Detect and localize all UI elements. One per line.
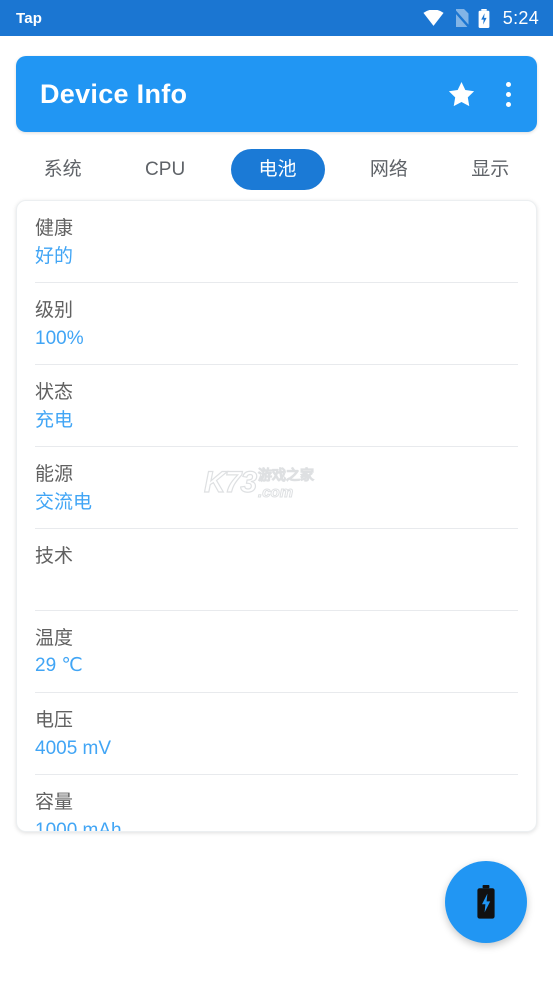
tab-display[interactable]: 显示 [453,151,527,188]
app-bar-actions [448,79,517,110]
list-item[interactable]: 电压 4005 mV [35,693,518,776]
tab-system[interactable]: 系统 [26,151,100,188]
list-item[interactable]: 状态 充电 [35,365,518,448]
row-value: 1000 mAh [35,819,122,832]
app-bar: Device Info [16,56,537,132]
row-value [35,571,518,598]
list-item[interactable]: 技术 [35,529,518,611]
battery-charging-icon [478,8,490,28]
row-label: 状态 [35,382,74,404]
wifi-icon [423,10,444,26]
battery-info-list: 健康 好的 级别 100% 状态 充电 能源 交流电 技术 温度 29 ℃ 电压… [17,201,536,832]
battery-charging-fab[interactable] [445,861,527,943]
row-value: 充电 [35,409,74,431]
row-label: 健康 [35,218,74,239]
tab-battery[interactable]: 电池 [230,148,325,190]
list-item[interactable]: 温度 29 ℃ [35,611,518,694]
row-label: 温度 [35,627,74,649]
battery-charging-icon [477,885,495,919]
row-label: 能源 [35,464,74,486]
page-title: Device Info [40,78,188,109]
list-item[interactable]: 容量 1000 mAh [35,775,518,832]
sim-card-off-icon [452,9,469,27]
tab-network[interactable]: 网络 [352,151,426,188]
row-value: 好的 [35,245,74,267]
row-value: 交流电 [35,491,93,513]
overflow-dot-3 [505,101,511,107]
list-item[interactable]: 级别 100% [35,283,518,366]
battery-info-card: 健康 好的 级别 100% 状态 充电 能源 交流电 技术 温度 29 ℃ 电压… [16,200,537,832]
status-bar-icons: 5:24 [423,8,539,29]
row-label: 技术 [35,546,74,568]
overflow-dot-2 [505,91,511,97]
row-label: 容量 [35,792,74,814]
row-value: 4005 mV [35,737,112,759]
overflow-dot-1 [505,81,511,87]
overflow-menu-icon[interactable] [499,79,517,110]
status-bar-app-label: Tap [16,9,43,27]
status-bar: Tap 5:24 [0,0,553,36]
tab-bar: 系统 CPU 电池 网络 显示 [0,140,553,198]
row-label: 级别 [35,300,74,322]
star-icon[interactable] [448,81,475,107]
tab-cpu[interactable]: CPU [127,151,203,188]
row-label: 电压 [35,710,74,732]
status-bar-clock: 5:24 [502,7,539,28]
list-item[interactable]: 健康 好的 [35,201,518,284]
row-value: 29 ℃ [35,655,83,677]
row-value: 100% [35,327,84,349]
list-item[interactable]: 能源 交流电 [35,447,518,530]
